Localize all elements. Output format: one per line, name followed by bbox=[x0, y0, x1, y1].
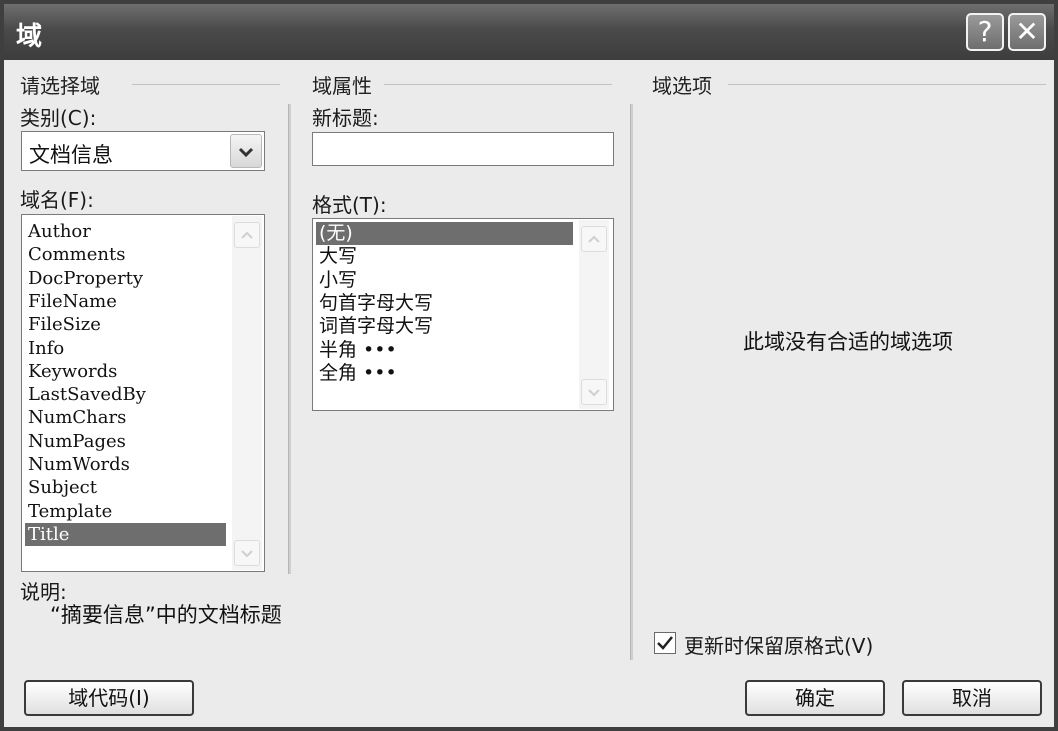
dialog-title: 域 bbox=[16, 22, 43, 52]
chevron-down-icon bbox=[238, 147, 254, 158]
field-options-divider bbox=[728, 84, 1046, 85]
list-item[interactable]: DocProperty bbox=[25, 267, 226, 290]
chevron-down-icon bbox=[241, 550, 253, 558]
new-title-label: 新标题: bbox=[312, 106, 379, 130]
format-label: 格式(T): bbox=[312, 193, 387, 217]
category-select-value: 文档信息 bbox=[29, 143, 113, 167]
preserve-format-checkbox[interactable] bbox=[654, 632, 676, 654]
list-item[interactable]: Keywords bbox=[25, 360, 226, 383]
list-item[interactable]: 词首字母大写 bbox=[316, 315, 573, 338]
field-dialog: 域 ? ✕ 请选择域 类别(C): 文档信息 域名(F): Author Com… bbox=[0, 0, 1058, 731]
chevron-up-icon bbox=[241, 231, 253, 239]
format-scrollbar[interactable] bbox=[579, 220, 609, 409]
column-separator-left bbox=[288, 104, 291, 574]
description-text: “摘要信息”中的文档标题 bbox=[50, 603, 282, 627]
list-item[interactable]: Author bbox=[25, 220, 226, 243]
list-item[interactable]: 大写 bbox=[316, 245, 573, 268]
list-item[interactable]: NumWords bbox=[25, 453, 226, 476]
field-properties-header: 域属性 bbox=[312, 74, 372, 98]
category-select[interactable]: 文档信息 bbox=[21, 131, 265, 171]
select-field-divider bbox=[132, 84, 280, 85]
list-item[interactable]: LastSavedBy bbox=[25, 383, 226, 406]
category-dropdown-button[interactable] bbox=[230, 134, 262, 168]
list-item[interactable]: 半角 ••• bbox=[316, 339, 573, 362]
close-icon: ✕ bbox=[1015, 15, 1039, 48]
help-button[interactable]: ? bbox=[966, 13, 1004, 51]
field-names-list[interactable]: Author Comments DocProperty FileName FileSiz… bbox=[21, 214, 265, 572]
list-item[interactable]: Comments bbox=[25, 243, 226, 266]
help-icon: ? bbox=[977, 15, 993, 48]
select-field-header: 请选择域 bbox=[20, 74, 100, 98]
list-item[interactable]: Template bbox=[25, 500, 226, 523]
no-options-message: 此域没有合适的域选项 bbox=[743, 330, 953, 354]
preserve-format-label[interactable]: 更新时保留原格式(V) bbox=[684, 630, 873, 659]
list-item[interactable]: FileSize bbox=[25, 313, 226, 336]
chevron-up-icon bbox=[588, 235, 600, 243]
scroll-down-button[interactable] bbox=[234, 540, 260, 566]
title-bar[interactable]: 域 ? ✕ bbox=[4, 4, 1054, 60]
field-codes-button[interactable]: 域代码(I) bbox=[24, 680, 194, 716]
list-item[interactable]: Subject bbox=[25, 476, 226, 499]
list-item[interactable]: 全角 ••• bbox=[316, 362, 573, 385]
chevron-down-icon bbox=[588, 389, 600, 397]
list-item[interactable]: 句首字母大写 bbox=[316, 292, 573, 315]
scroll-down-button[interactable] bbox=[581, 379, 607, 405]
list-item[interactable]: 小写 bbox=[316, 269, 573, 292]
check-icon bbox=[657, 636, 673, 650]
new-title-input[interactable] bbox=[312, 132, 614, 166]
ok-button[interactable]: 确定 bbox=[745, 680, 885, 716]
cancel-button[interactable]: 取消 bbox=[902, 680, 1042, 716]
close-button[interactable]: ✕ bbox=[1008, 13, 1046, 51]
list-item[interactable]: NumChars bbox=[25, 406, 226, 429]
list-item[interactable]: Title bbox=[25, 522, 226, 546]
field-properties-divider bbox=[384, 84, 612, 85]
list-item[interactable]: NumPages bbox=[25, 430, 226, 453]
format-list[interactable]: (无) 大写 小写 句首字母大写 词首字母大写 半角 ••• 全角 ••• bbox=[312, 218, 614, 411]
column-separator-right bbox=[630, 104, 633, 660]
list-item[interactable]: Info bbox=[25, 337, 226, 360]
list-item[interactable]: FileName bbox=[25, 290, 226, 313]
scroll-up-button[interactable] bbox=[581, 226, 607, 252]
scroll-up-button[interactable] bbox=[234, 222, 260, 248]
field-names-label: 域名(F): bbox=[20, 188, 94, 212]
field-names-scrollbar[interactable] bbox=[232, 216, 262, 570]
list-item[interactable]: (无) bbox=[316, 222, 573, 245]
category-label: 类别(C): bbox=[20, 106, 97, 130]
field-options-header: 域选项 bbox=[652, 74, 712, 98]
